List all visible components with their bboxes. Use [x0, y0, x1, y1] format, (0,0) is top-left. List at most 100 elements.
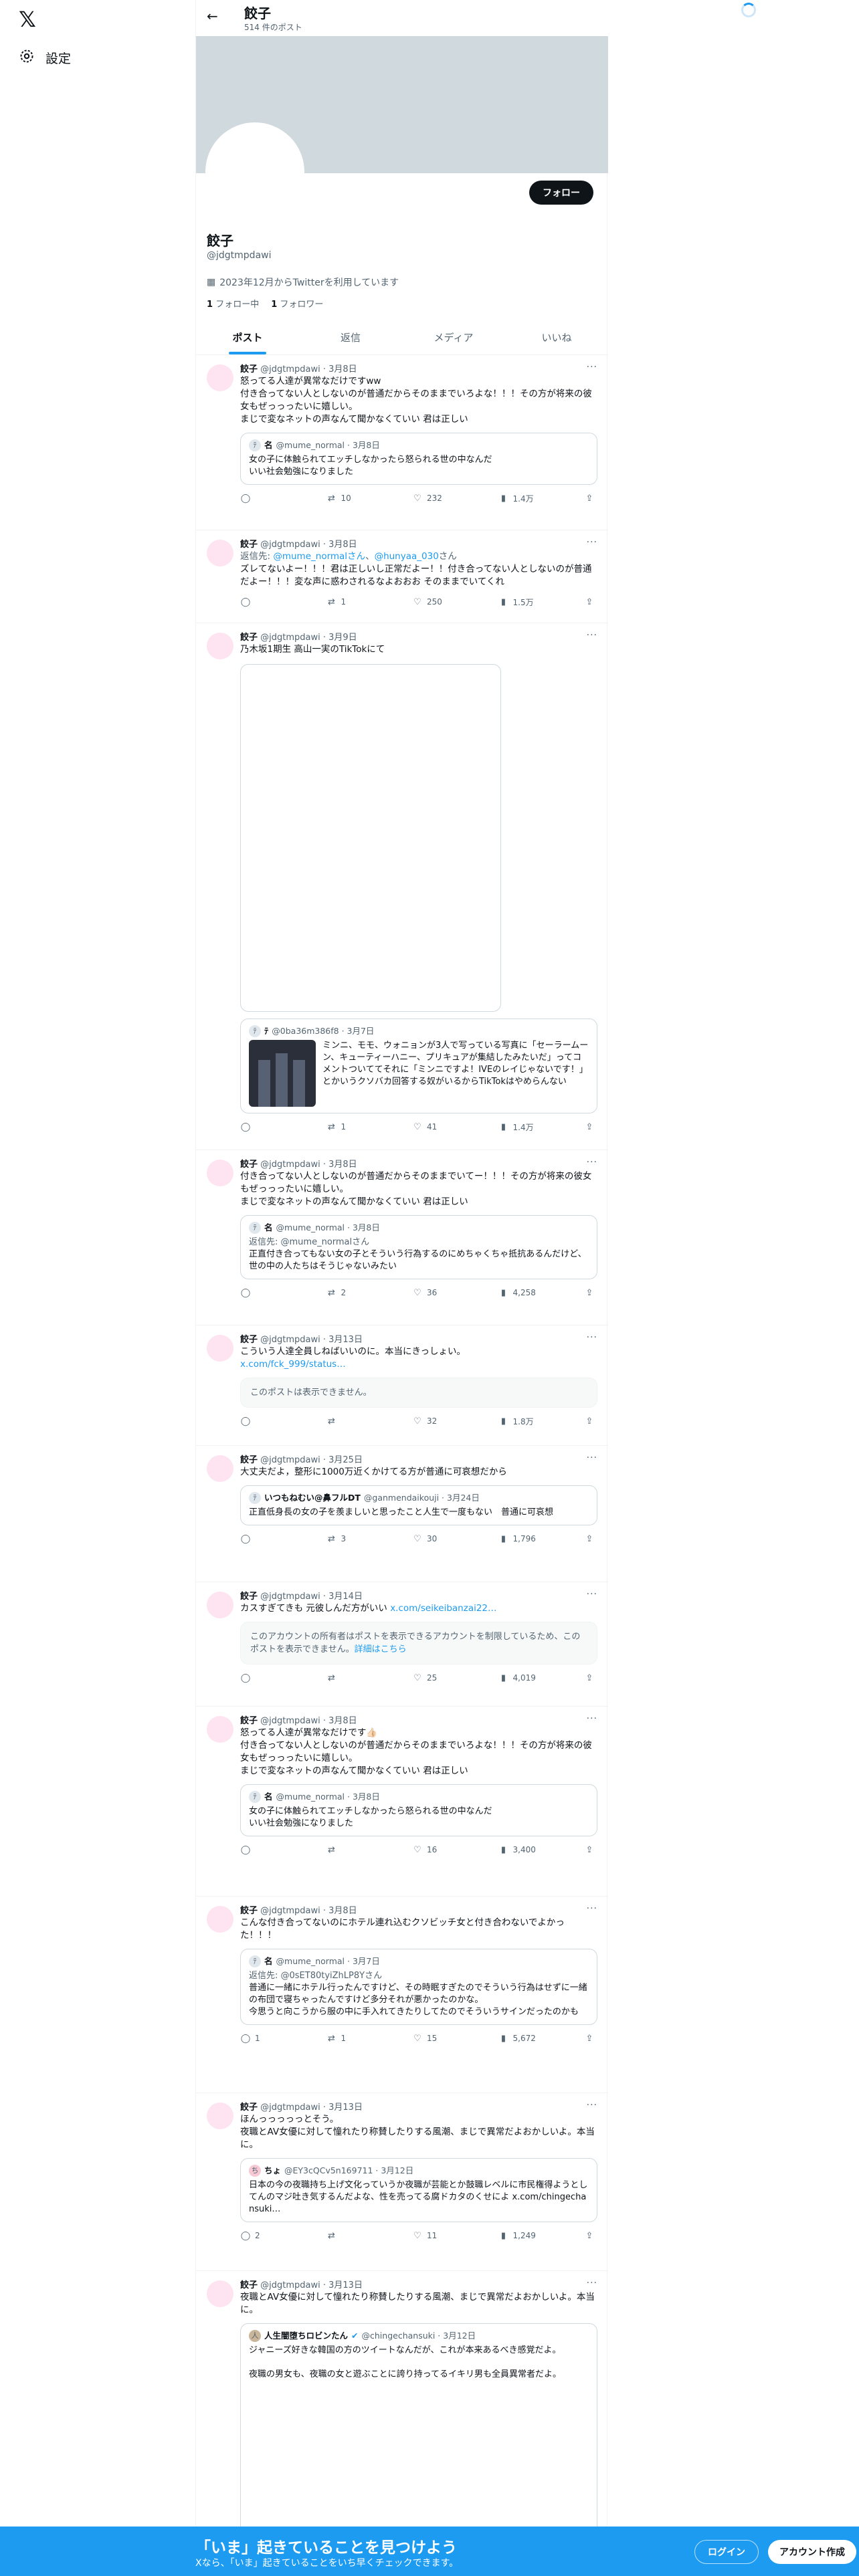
views-button[interactable]: ▮ 1.4万	[498, 492, 539, 505]
avatar[interactable]	[207, 1716, 233, 1743]
author-handle[interactable]: @jdgtmpdawi · 3月25日	[260, 1455, 363, 1465]
post[interactable]: 餃子 @jdgtmpdawi · 3月8日 ··· 返信先: @mume_nor…	[196, 530, 608, 623]
author-name[interactable]: 餃子	[240, 2280, 258, 2290]
retweet-button[interactable]: ⇄	[326, 1843, 367, 1856]
quoted-post[interactable]: ﾃ名 @mume_normal · 3月8日 女の子に体触られてエッチしなかったら…	[240, 1784, 597, 1836]
post[interactable]: 餃子 @jdgtmpdawi · 3月9日 ··· 乃木坂1期生 高山一実のTi…	[196, 623, 608, 1150]
tab-likes[interactable]: いいね	[505, 320, 608, 354]
views-button[interactable]: ▮ 1.5万	[498, 595, 539, 609]
more-icon[interactable]: ···	[587, 1713, 597, 1724]
quoted-post[interactable]: ﾃﾃ @0ba36m386f8 · 3月7日 ミンニ、モモ、ウォニョンが3人で写っ…	[240, 1018, 597, 1113]
quoted-post[interactable]: ﾃ名 @mume_normal · 3月7日 返信先: @0sET80tyiZhL…	[240, 1949, 597, 2025]
quoted-post[interactable]: ﾃ名 @mume_normal · 3月8日 返信先: @mume_normalさ…	[240, 1215, 597, 1279]
author-name[interactable]: 餃子	[240, 1592, 258, 1602]
views-button[interactable]: ▮ 5,672	[498, 2032, 539, 2045]
author-name[interactable]: 餃子	[240, 2103, 258, 2113]
retweet-button[interactable]: ⇄	[326, 1414, 367, 1428]
post-media[interactable]	[240, 664, 501, 1012]
post-link[interactable]: x.com/fck_999/status…	[240, 1359, 346, 1370]
reply-button[interactable]: ◯	[240, 1120, 280, 1134]
like-button[interactable]: ♡ 36	[412, 1286, 452, 1299]
author-name[interactable]: 餃子	[240, 1716, 258, 1726]
post[interactable]: 餃子 @jdgtmpdawi · 3月8日 ··· 怒ってる人達が異常なだけです…	[196, 1707, 608, 1897]
author-name[interactable]: 餃子	[240, 1335, 258, 1345]
more-icon[interactable]: ···	[587, 362, 597, 372]
post[interactable]: 餃子 @jdgtmpdawi · 3月14日 ··· カスすぎてきも 元彼しんだ…	[196, 1582, 608, 1707]
like-button[interactable]: ♡ 15	[412, 2032, 452, 2045]
avatar[interactable]	[207, 2280, 233, 2307]
author-handle[interactable]: @jdgtmpdawi · 3月14日	[260, 1592, 363, 1602]
tab-posts[interactable]: ポスト	[196, 320, 299, 354]
author-name[interactable]: 餃子	[240, 1160, 258, 1170]
views-button[interactable]: ▮ 3,400	[498, 1843, 539, 1856]
like-button[interactable]: ♡ 41	[412, 1120, 452, 1134]
like-button[interactable]: ♡ 232	[412, 492, 452, 505]
more-icon[interactable]: ···	[587, 1589, 597, 1600]
share-button[interactable]: ⇪	[584, 492, 595, 505]
retweet-button[interactable]: ⇄ 1	[326, 595, 367, 609]
share-button[interactable]: ⇪	[584, 1120, 595, 1134]
quoted-post[interactable]: ちちょ @EY3cQCv5n169711 · 3月12日 日本の今の夜職持ち上げ文…	[240, 2158, 597, 2222]
reply-button[interactable]: ◯	[240, 492, 280, 505]
login-button[interactable]: ログイン	[694, 2540, 759, 2564]
reply-button[interactable]: ◯ 2	[240, 2229, 280, 2242]
author-name[interactable]: 餃子	[240, 633, 258, 643]
more-icon[interactable]: ···	[587, 2278, 597, 2288]
like-button[interactable]: ♡ 25	[412, 1671, 452, 1685]
quoted-post[interactable]: ﾃいつもねむい@鼻フルDT @ganmendaikouji · 3月24日 正直低…	[240, 1485, 597, 1525]
avatar[interactable]	[207, 633, 233, 659]
author-name[interactable]: 餃子	[240, 1455, 258, 1465]
avatar[interactable]	[207, 540, 233, 566]
post-link[interactable]: x.com/seikeibanzai22…	[390, 1603, 496, 1614]
like-button[interactable]: ♡ 32	[412, 1414, 452, 1428]
author-handle[interactable]: @jdgtmpdawi · 3月9日	[260, 633, 357, 643]
reply-button[interactable]: ◯	[240, 1286, 280, 1299]
author-handle[interactable]: @jdgtmpdawi · 3月13日	[260, 1335, 363, 1345]
views-button[interactable]: ▮ 4,258	[498, 1286, 539, 1299]
views-button[interactable]: ▮ 1,796	[498, 1532, 539, 1545]
followers-link[interactable]: 1 フォロワー	[271, 297, 323, 310]
tab-replies[interactable]: 返信	[299, 320, 402, 354]
learn-more-link[interactable]: 詳細はこちら	[355, 1644, 407, 1654]
more-icon[interactable]: ···	[587, 1157, 597, 1168]
more-icon[interactable]: ···	[587, 1453, 597, 1463]
author-handle[interactable]: @jdgtmpdawi · 3月8日	[260, 1906, 357, 1916]
like-button[interactable]: ♡ 30	[412, 1532, 452, 1545]
more-icon[interactable]: ···	[587, 1903, 597, 1914]
avatar[interactable]	[207, 2103, 233, 2129]
reply-to-link[interactable]: @mume_normalさん	[273, 551, 365, 562]
reply-button[interactable]: ◯	[240, 1414, 280, 1428]
profile-avatar[interactable]	[205, 122, 304, 221]
share-button[interactable]: ⇪	[584, 1843, 595, 1856]
reply-button[interactable]: ◯	[240, 595, 280, 609]
quoted-post[interactable]: 人人生闇堕ちロビンたん ✔ @chingechansuki · 3月12日 ジャニー…	[240, 2323, 597, 2551]
like-button[interactable]: ♡ 11	[412, 2229, 452, 2242]
share-button[interactable]: ⇪	[584, 1414, 595, 1428]
more-icon[interactable]: ···	[587, 630, 597, 641]
avatar[interactable]	[207, 1906, 233, 1933]
more-icon[interactable]: ···	[587, 2100, 597, 2111]
quoted-post[interactable]: ﾃ名 @mume_normal · 3月8日 女の子に体触られてエッチしなかったら…	[240, 433, 597, 485]
share-button[interactable]: ⇪	[584, 1286, 595, 1299]
avatar[interactable]	[207, 1335, 233, 1362]
retweet-button[interactable]: ⇄ 1	[326, 2032, 367, 2045]
retweet-button[interactable]: ⇄ 1	[326, 1120, 367, 1134]
views-button[interactable]: ▮ 1,249	[498, 2229, 539, 2242]
retweet-button[interactable]: ⇄	[326, 2229, 367, 2242]
views-button[interactable]: ▮ 1.8万	[498, 1414, 539, 1428]
post[interactable]: 餃子 @jdgtmpdawi · 3月25日 ··· 大丈夫だよ，整形に1000…	[196, 1446, 608, 1582]
x-logo-icon[interactable]: 𝕏	[19, 7, 45, 33]
retweet-button[interactable]: ⇄	[326, 1671, 367, 1685]
author-handle[interactable]: @jdgtmpdawi · 3月13日	[260, 2103, 363, 2113]
author-name[interactable]: 餃子	[240, 1906, 258, 1916]
author-name[interactable]: 餃子	[240, 364, 258, 374]
avatar[interactable]	[207, 364, 233, 391]
retweet-button[interactable]: ⇄ 10	[326, 492, 367, 505]
views-button[interactable]: ▮ 1.4万	[498, 1120, 539, 1134]
tab-media[interactable]: メディア	[402, 320, 505, 354]
reply-button[interactable]: ◯ 1	[240, 2032, 280, 2045]
post[interactable]: 餃子 @jdgtmpdawi · 3月13日 ··· こういう人達全員しねばいい…	[196, 1325, 608, 1446]
settings-link[interactable]: 設定	[19, 48, 71, 68]
reply-button[interactable]: ◯	[240, 1671, 280, 1685]
post[interactable]: 餃子 @jdgtmpdawi · 3月13日 ··· ほんっっっっっとそう。 夜…	[196, 2093, 608, 2271]
